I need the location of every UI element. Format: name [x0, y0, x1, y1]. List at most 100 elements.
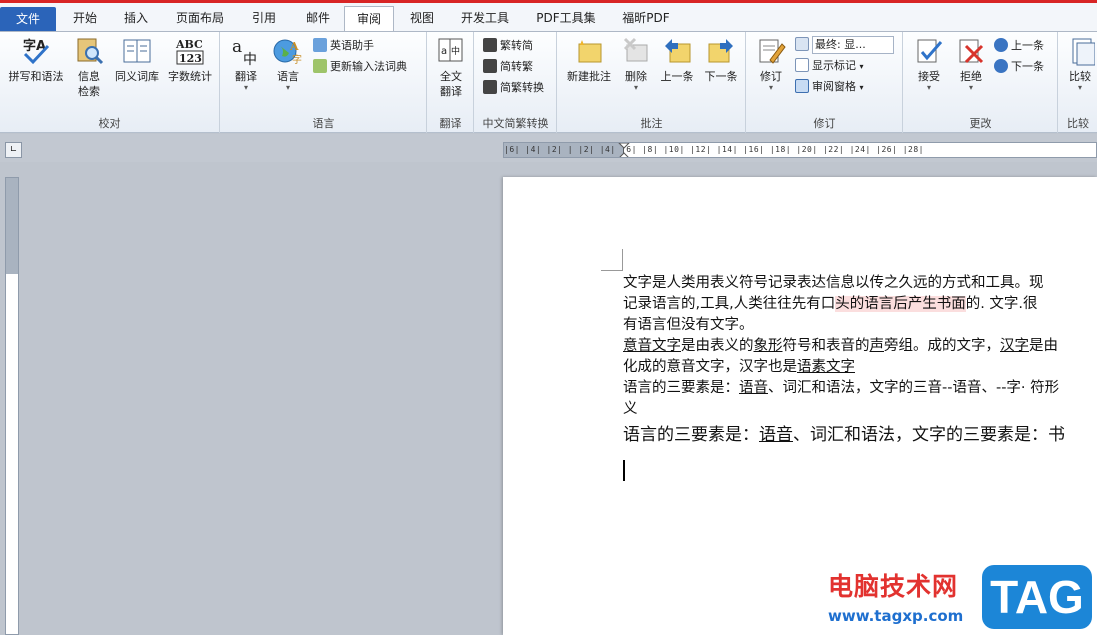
group-label-changes: 更改 — [969, 117, 992, 130]
document-body[interactable]: 文字是人类用表义符号记录表达信息以传之久远的方式和工具。现 记录语言的,工具,人… — [623, 273, 1097, 445]
display-review-icon — [795, 37, 809, 51]
research-button[interactable]: 信息 检索 — [72, 36, 106, 99]
group-tracking: 修订 ▾ 最终: 显... 显示标记 ▾ 审阅窗格 ▾ 修订 — [747, 32, 903, 133]
full-translate-button[interactable]: a中 全文 翻译 — [432, 36, 470, 99]
tab-pdf-tools[interactable]: PDF工具集 — [526, 6, 606, 32]
chevron-down-icon: ▾ — [243, 83, 248, 92]
spelling-grammar-button[interactable]: 字A 拼写和语法 — [4, 36, 68, 84]
ruler-row: ∟ |6| |4| |2| | |2| |4| |6| |8| |10| |12… — [0, 134, 1097, 162]
group-comments: 新建批注 删除 ▾ 上一条 下一条 批注 — [558, 32, 746, 133]
tab-mailings[interactable]: 邮件 — [294, 6, 342, 32]
traditional-to-simplified-icon — [483, 38, 497, 52]
translate-icon: a中 — [231, 36, 261, 68]
vertical-ruler[interactable] — [5, 177, 19, 635]
group-label-translation: 翻译 — [439, 117, 462, 130]
chinese-conversion-button[interactable]: 简繁转换 — [483, 78, 544, 98]
english-assistant-icon — [313, 38, 327, 52]
tab-review[interactable]: 审阅 — [344, 6, 394, 32]
ruler-ticks: |6| |4| |2| | |2| |4| |6| |8| |10| |12| … — [504, 145, 924, 154]
svg-text:中: 中 — [243, 52, 257, 66]
paragraph-line: 有语言但没有文字。 — [623, 317, 754, 333]
accept-button[interactable]: 接受 ▾ — [910, 36, 948, 92]
watermark-tag-logo: TAG — [982, 565, 1092, 629]
new-comment-button[interactable]: 新建批注 — [562, 36, 616, 84]
svg-text:a: a — [441, 46, 447, 57]
new-comment-icon — [574, 36, 604, 66]
chinese-conversion-icon — [483, 80, 497, 94]
svg-text:字: 字 — [292, 53, 302, 66]
ruler-margin-top — [6, 178, 18, 274]
paragraph-line: 语言的三要素是：语音、词汇和语法，文字的三音--语音、--字· 符形 — [623, 380, 1060, 396]
next-comment-icon — [706, 36, 736, 66]
show-markup-icon — [795, 58, 809, 72]
previous-comment-icon — [662, 36, 692, 66]
next-change-icon — [994, 59, 1008, 73]
next-comment-button[interactable]: 下一条 — [700, 36, 742, 84]
watermark: 电脑技术网 www.tagxp.com TAG — [820, 565, 1097, 635]
thesaurus-button[interactable]: 同义词库 — [110, 36, 164, 84]
group-label-comments: 批注 — [640, 117, 663, 130]
track-changes-icon — [756, 36, 786, 66]
compare-button[interactable]: 比较 ▾ — [1063, 36, 1097, 92]
reject-change-icon — [956, 36, 986, 66]
tab-page-layout[interactable]: 页面布局 — [166, 6, 234, 32]
group-label-compare: 比较 — [1067, 117, 1089, 130]
compare-documents-icon — [1065, 36, 1096, 66]
chevron-down-icon: ▾ — [1077, 83, 1082, 92]
paragraph-line: 义 — [623, 401, 638, 417]
svg-text:a: a — [232, 37, 242, 57]
language-button[interactable]: A字 语言 ▾ — [269, 36, 307, 92]
highlighted-text: 头的语言后产生书面 — [835, 296, 966, 312]
next-change-button[interactable]: 下一条 — [994, 57, 1044, 77]
tab-view[interactable]: 视图 — [398, 6, 446, 32]
tab-insert[interactable]: 插入 — [112, 6, 160, 32]
english-assistant-button[interactable]: 英语助手 — [313, 36, 374, 56]
reject-button[interactable]: 拒绝 ▾ — [952, 36, 990, 92]
group-compare: 比较 ▾ 比较 — [1059, 32, 1097, 133]
group-changes: 接受 ▾ 拒绝 ▾ 上一条 下一条 更改 — [904, 32, 1058, 133]
show-markup-button[interactable]: 显示标记 ▾ — [795, 56, 864, 76]
paragraph-line-large: 语言的三要素是：语音、词汇和语法，文字的三要素是：书 — [623, 425, 1065, 445]
tab-references[interactable]: 引用 — [240, 6, 288, 32]
svg-text:ABC: ABC — [175, 38, 203, 51]
tab-foxit-pdf[interactable]: 福昕PDF — [614, 6, 678, 32]
full-translate-icon: a中 — [436, 36, 466, 66]
margin-corner-mark — [601, 249, 623, 271]
group-chinese-conversion: 繁转简 简转繁 简繁转换 中文简繁转换 — [475, 32, 557, 133]
text-cursor — [623, 460, 625, 481]
chevron-down-icon: ▾ — [768, 83, 773, 92]
chevron-down-icon: ▾ — [633, 83, 638, 92]
traditional-to-simplified-button[interactable]: 繁转简 — [483, 36, 533, 56]
globe-language-icon: A字 — [273, 36, 303, 66]
thesaurus-book-icon — [122, 36, 152, 66]
update-ime-dictionary-button[interactable]: 更新输入法词典 — [313, 57, 407, 77]
track-changes-button[interactable]: 修订 ▾ — [751, 36, 791, 92]
watermark-site-name: 电脑技术网 — [828, 572, 959, 601]
tab-home[interactable]: 开始 — [62, 6, 108, 32]
group-label-tracking: 修订 — [813, 117, 836, 130]
paragraph-line: 记录语言的,工具,人类往往先有口头的语言后产生书面的. 文字.很 — [623, 296, 1038, 312]
group-translation: a中 全文 翻译 翻译 — [428, 32, 474, 133]
watermark-url: www.tagxp.com — [828, 607, 964, 625]
previous-comment-button[interactable]: 上一条 — [656, 36, 698, 84]
simplified-to-traditional-button[interactable]: 简转繁 — [483, 57, 533, 77]
tab-file[interactable]: 文件 — [0, 7, 56, 31]
word-count-button[interactable]: ABC 123 字数统计 — [164, 36, 216, 84]
paragraph-line: 文字是人类用表义符号记录表达信息以传之久远的方式和工具。现 — [623, 275, 1044, 291]
svg-text:A: A — [289, 40, 299, 53]
group-label-language: 语言 — [312, 117, 335, 130]
tab-stop-selector[interactable]: ∟ — [5, 142, 22, 158]
horizontal-ruler[interactable]: |6| |4| |2| | |2| |4| |6| |8| |10| |12| … — [503, 142, 1097, 158]
chevron-down-icon: ▾ — [859, 62, 864, 71]
chevron-down-icon: ▾ — [285, 83, 290, 92]
display-for-review-dropdown[interactable]: 最终: 显... — [795, 35, 894, 55]
svg-text:123: 123 — [179, 52, 202, 65]
delete-comment-button[interactable]: 删除 ▾ — [618, 36, 654, 92]
indent-marker-icon[interactable] — [618, 143, 630, 158]
previous-change-icon — [994, 38, 1008, 52]
previous-change-button[interactable]: 上一条 — [994, 36, 1044, 56]
review-pane-button[interactable]: 审阅窗格 ▾ — [795, 77, 864, 97]
tab-developer[interactable]: 开发工具 — [452, 6, 518, 32]
translate-button[interactable]: a中 翻译 ▾ — [227, 36, 265, 92]
group-label-proofing: 校对 — [98, 117, 121, 130]
